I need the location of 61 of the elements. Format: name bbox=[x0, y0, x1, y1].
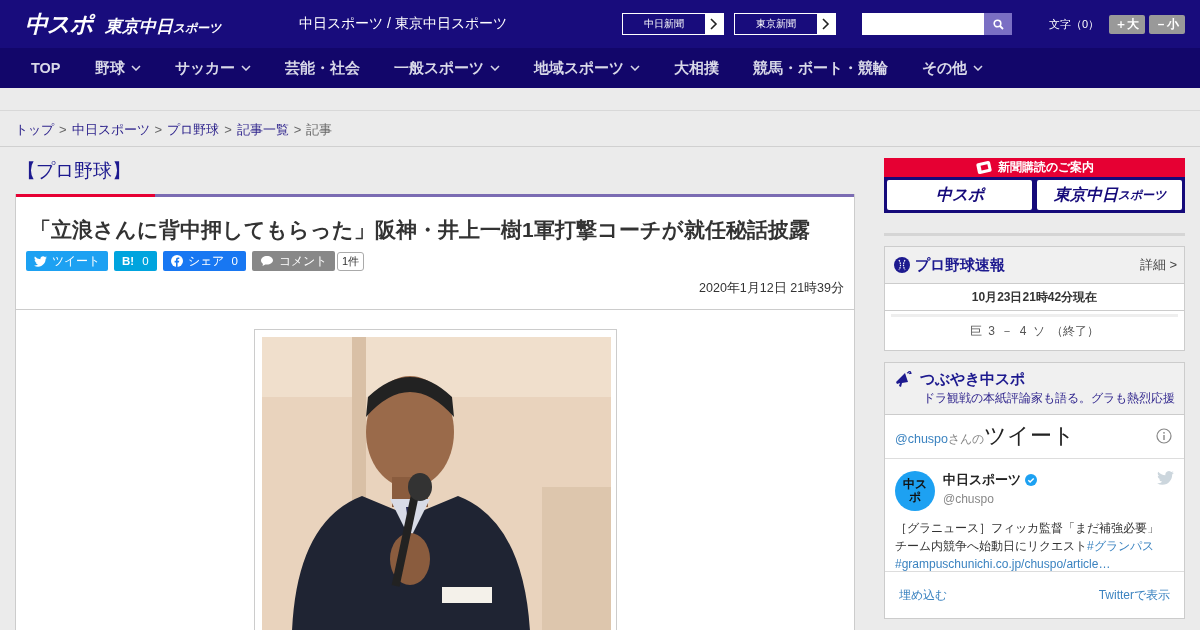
breadcrumb-item[interactable]: トップ bbox=[15, 122, 54, 137]
site-title[interactable]: 中日スポーツ / 東京中日スポーツ bbox=[299, 15, 622, 33]
breadcrumb-item: 記事 bbox=[306, 122, 333, 137]
site-logo[interactable]: 東京中日スポーツ bbox=[105, 14, 221, 38]
nav-item[interactable]: その他 bbox=[904, 48, 1000, 88]
scores-title: プロ野球速報 bbox=[915, 255, 1006, 275]
baseball-icon bbox=[894, 257, 910, 273]
breadcrumb-separator: > bbox=[154, 122, 163, 137]
newspaper-icon bbox=[975, 161, 993, 174]
nav-item[interactable]: 競馬・ボート・競輪 bbox=[735, 48, 905, 88]
breadcrumb-separator: > bbox=[224, 122, 232, 137]
chevron-right-icon bbox=[822, 18, 830, 30]
comment-count: 1件 bbox=[336, 251, 365, 271]
nav-item[interactable]: TOP bbox=[14, 48, 78, 88]
newspaper-link-button[interactable]: 東京新聞 bbox=[734, 13, 836, 35]
newspaper-logo-button[interactable]: 東京中日スポーツ bbox=[1037, 180, 1182, 210]
subscription-banner[interactable]: 新聞購読のご案内 中スポ 東京中日スポーツ bbox=[884, 158, 1185, 213]
search-button[interactable] bbox=[984, 13, 1012, 35]
share-button[interactable]: シェア 0 bbox=[162, 251, 246, 271]
breadcrumb-separator: > bbox=[59, 122, 67, 137]
search-icon bbox=[992, 18, 1004, 30]
scores-updated-time: 10月23日21時42分現在 bbox=[885, 284, 1184, 311]
nav-item[interactable]: 芸能・社会 bbox=[267, 48, 377, 88]
category-heading: 【プロ野球】 bbox=[16, 159, 132, 183]
nav-item[interactable]: 大相撲 bbox=[656, 48, 736, 88]
facebook-icon bbox=[170, 255, 183, 267]
tweet-text: ［グラニュース］フィッカ監督「まだ補強必要」チーム内競争へ始動日にリクエスト#グランパス #grampuschunichi.co.jp/chuspo/article… bbox=[895, 520, 1160, 573]
tweet-footer-link[interactable]: Twitterで表示 bbox=[1098, 587, 1170, 604]
nav-item[interactable]: 地域スポーツ bbox=[516, 48, 657, 88]
tweet-footer-link[interactable]: 埋め込む bbox=[899, 587, 947, 604]
chevron-right-icon bbox=[710, 18, 718, 30]
article-date: 2020年1月12日 21時39分 bbox=[698, 280, 845, 297]
timeline-heading[interactable]: @chuspoさんのツイート bbox=[895, 421, 1075, 451]
subscription-title: 新聞購読のご案内 bbox=[998, 159, 1094, 176]
breadcrumb-item[interactable]: 中日スポーツ bbox=[71, 122, 150, 137]
account-name[interactable]: 中日スポーツ bbox=[943, 471, 1021, 489]
tweets-title: つぶやき中スポ bbox=[920, 370, 1026, 389]
account-avatar[interactable]: 中スポ bbox=[895, 471, 935, 511]
details-link[interactable]: 詳細 > bbox=[1139, 256, 1177, 274]
nav-item[interactable]: 野球 bbox=[77, 48, 158, 88]
account-handle[interactable]: @chuspo bbox=[943, 492, 1149, 506]
nav-item[interactable]: 一般スポーツ bbox=[376, 48, 517, 88]
share-button[interactable]: コメント bbox=[251, 251, 335, 271]
game-score[interactable]: 巨 3 － 4 ソ （終了） bbox=[891, 314, 1178, 350]
bird-icon bbox=[34, 255, 47, 267]
breadcrumb-item[interactable]: 記事一覧 bbox=[236, 122, 289, 137]
newspaper-logo-button[interactable]: 中スポ bbox=[887, 180, 1032, 210]
hashtag-link[interactable]: #grampuschunichi.co.jp/chuspo/article… bbox=[895, 557, 1111, 571]
article-headline: 「立浪さんに背中押してもらった」阪神・井上一樹1軍打撃コーチが就任秘話披露 bbox=[29, 217, 811, 243]
bird-icon bbox=[1157, 471, 1174, 485]
megaphone-icon bbox=[894, 371, 912, 388]
breadcrumb-item[interactable]: プロ野球 bbox=[167, 122, 220, 137]
hashtag-link[interactable]: #グランパス bbox=[1087, 539, 1154, 553]
info-icon[interactable] bbox=[1156, 428, 1172, 444]
font-size-label: 文字（0） bbox=[1049, 16, 1100, 32]
search-field[interactable] bbox=[862, 13, 984, 35]
tweets-subtitle: ドラ観戦の本紙評論家も語る。グラも熱烈応援 bbox=[922, 390, 1175, 407]
breadcrumb-separator: > bbox=[293, 122, 302, 137]
speech-bubble-icon bbox=[259, 255, 274, 267]
newspaper-link-button[interactable]: 中日新聞 bbox=[622, 13, 724, 35]
nav-item[interactable]: サッカー bbox=[157, 48, 268, 88]
